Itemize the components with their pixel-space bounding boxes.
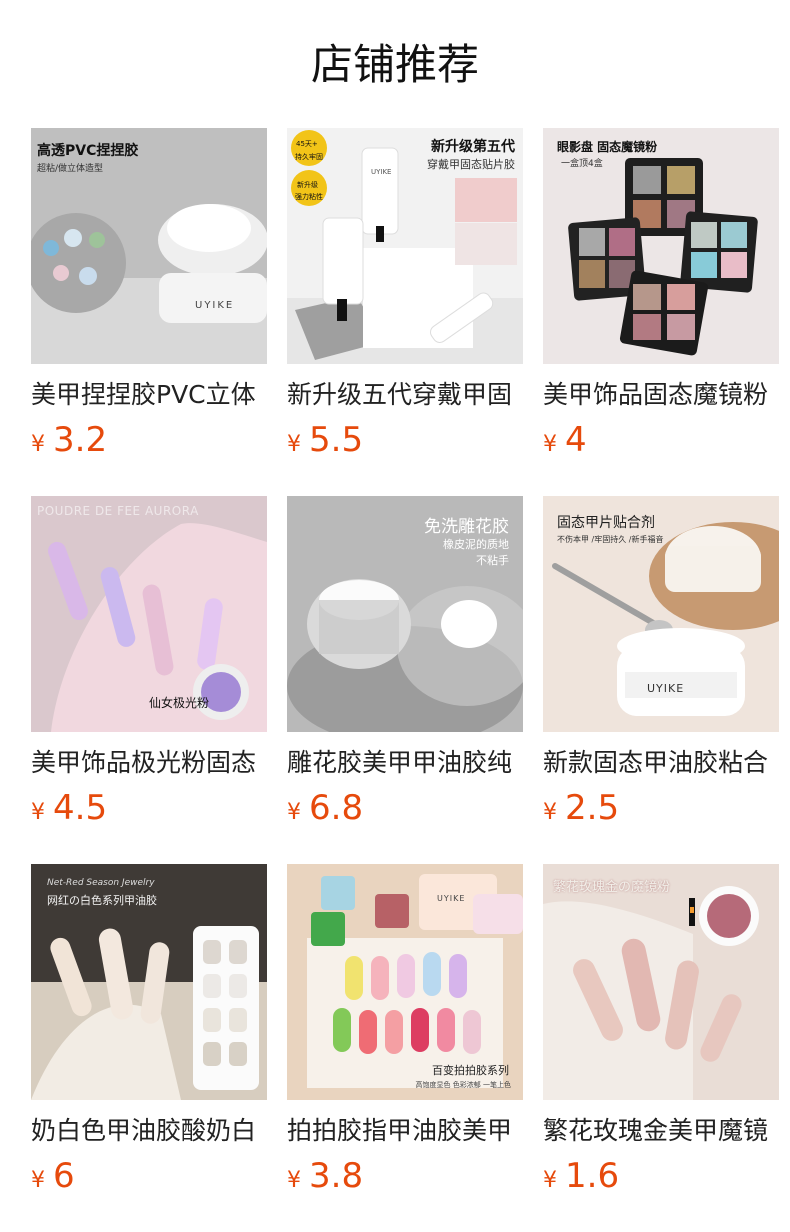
currency-symbol: ¥ (543, 432, 557, 457)
product-name[interactable]: 奶白色甲油胶酸奶白 (31, 1114, 267, 1148)
price-value: 3.2 (53, 420, 108, 460)
product-image[interactable]: POUDRE DE FEE AURORA 仙女极光粉 (31, 496, 267, 732)
currency-symbol: ¥ (31, 432, 45, 457)
image-caption-subtitle: 一盒顶4盒 (561, 159, 603, 169)
product-name[interactable]: 新款固态甲油胶粘合 (543, 746, 779, 780)
currency-symbol: ¥ (31, 800, 45, 825)
currency-symbol: ¥ (287, 1168, 301, 1193)
product-card[interactable]: 免洗雕花胶 橡皮泥的质地 不粘手 雕花胶美甲甲油胶纯 ¥ 6.8 (287, 496, 523, 832)
image-caption-subtitle: 高饱度显色 色彩浓郁 一笔上色 (415, 1081, 511, 1089)
product-image[interactable]: 固态甲片贴合剂 不伤本甲 /牢固持久 /新手福音 UYIKE (543, 496, 779, 732)
image-caption-title: 百变拍拍胶系列 (432, 1064, 509, 1077)
product-price: ¥ 3.2 (31, 418, 267, 462)
product-card[interactable]: 固态甲片贴合剂 不伤本甲 /牢固持久 /新手福音 UYIKE 新款固态甲油胶粘合… (543, 496, 779, 832)
price-value: 5.5 (309, 420, 364, 460)
product-image[interactable]: 45天+ 持久牢固 新升级 强力粘性 新升级第五代 穿戴甲固态贴片胶 UYIKE (287, 128, 523, 364)
price-value: 4.5 (53, 788, 108, 828)
product-image[interactable]: 高透PVC捏捏胶 超粘/做立体造型 UYIKE (31, 128, 267, 364)
product-logo: UYIKE (437, 894, 466, 903)
product-card[interactable]: 高透PVC捏捏胶 超粘/做立体造型 UYIKE 美甲捏捏胶PVC立体 ¥ 3.2 (31, 128, 267, 464)
product-card[interactable]: 45天+ 持久牢固 新升级 强力粘性 新升级第五代 穿戴甲固态贴片胶 UYIKE… (287, 128, 523, 464)
store-recommendation-page: 店铺推荐 高透PVC捏捏胶 超粘/做立体造型 UYIKE 美甲捏捏胶PVC立体 … (0, 0, 790, 1232)
image-caption-title: 免洗雕花胶 (424, 517, 509, 537)
product-image[interactable]: 眼影盘 固态魔镜粉 一盒顶4盒 (543, 128, 779, 364)
product-image[interactable]: 百变拍拍胶系列 高饱度显色 色彩浓郁 一笔上色 UYIKE (287, 864, 523, 1100)
product-image[interactable]: Net-Red Season Jewelry 网红の白色系列甲油胶 (31, 864, 267, 1100)
currency-symbol: ¥ (543, 1168, 557, 1193)
product-image[interactable]: 繁花玫瑰金の魔镜粉 (543, 864, 779, 1100)
product-card[interactable]: 眼影盘 固态魔镜粉 一盒顶4盒 美甲饰品固态魔镜粉 ¥ 4 (543, 128, 779, 464)
image-caption-title: 高透PVC捏捏胶 (37, 143, 139, 159)
image-caption-title: 眼影盘 固态魔镜粉 (557, 140, 658, 154)
product-card[interactable]: 繁花玫瑰金の魔镜粉 繁花玫瑰金美甲魔镜 ¥ 1.6 (543, 864, 779, 1200)
product-price: ¥ 4.5 (31, 786, 267, 830)
image-caption-title: 固态甲片贴合剂 (557, 515, 655, 531)
price-value: 6 (53, 1156, 75, 1196)
price-value: 2.5 (565, 788, 620, 828)
product-price: ¥ 4 (543, 418, 779, 462)
product-name[interactable]: 美甲饰品固态魔镜粉 (543, 378, 779, 412)
image-caption-title: 仙女极光粉 (149, 696, 210, 710)
badge-text: 持久牢固 (295, 153, 323, 161)
product-card[interactable]: Net-Red Season Jewelry 网红の白色系列甲油胶 奶白色甲油胶… (31, 864, 267, 1200)
product-price: ¥ 2.5 (543, 786, 779, 830)
product-logo: UYIKE (647, 682, 685, 695)
image-caption-subtitle: 穿戴甲固态贴片胶 (427, 158, 515, 171)
price-value: 6.8 (309, 788, 364, 828)
currency-symbol: ¥ (543, 800, 557, 825)
currency-symbol: ¥ (287, 432, 301, 457)
product-price: ¥ 6 (31, 1154, 267, 1198)
product-logo: UYIKE (371, 168, 392, 176)
image-caption-subtitle: 不伤本甲 /牢固持久 /新手福音 (557, 535, 664, 544)
product-name[interactable]: 雕花胶美甲甲油胶纯 (287, 746, 523, 780)
page-title: 店铺推荐 (310, 40, 479, 89)
image-caption-subtitle: 不粘手 (476, 554, 509, 567)
image-caption-title: 网红の白色系列甲油胶 (47, 894, 157, 907)
product-card[interactable]: POUDRE DE FEE AURORA 仙女极光粉 美甲饰品极光粉固态 ¥ 4… (31, 496, 267, 832)
image-caption-title: 新升级第五代 (431, 139, 515, 155)
badge-text: 强力粘性 (295, 193, 323, 201)
product-name[interactable]: 拍拍胶指甲油胶美甲 (287, 1114, 523, 1148)
product-grid: 高透PVC捏捏胶 超粘/做立体造型 UYIKE 美甲捏捏胶PVC立体 ¥ 3.2 (31, 128, 779, 1200)
product-name[interactable]: 繁花玫瑰金美甲魔镜 (543, 1114, 779, 1148)
product-card[interactable]: 百变拍拍胶系列 高饱度显色 色彩浓郁 一笔上色 UYIKE 拍拍胶指甲油胶美甲 … (287, 864, 523, 1200)
currency-symbol: ¥ (31, 1168, 45, 1193)
price-value: 1.6 (565, 1156, 620, 1196)
image-watermark-text: POUDRE DE FEE AURORA (37, 504, 199, 518)
image-caption-title: 繁花玫瑰金の魔镜粉 (553, 880, 671, 895)
product-price: ¥ 6.8 (287, 786, 523, 830)
image-caption-subtitle: 超粘/做立体造型 (37, 164, 104, 174)
product-price: ¥ 1.6 (543, 1154, 779, 1198)
price-value: 3.8 (309, 1156, 364, 1196)
image-script-text: Net-Red Season Jewelry (47, 878, 155, 888)
price-value: 4 (565, 420, 587, 460)
product-name[interactable]: 美甲饰品极光粉固态 (31, 746, 267, 780)
image-caption-subtitle: 橡皮泥的质地 (443, 538, 509, 551)
product-price: ¥ 3.8 (287, 1154, 523, 1198)
product-logo: UYIKE (195, 300, 235, 311)
product-price: ¥ 5.5 (287, 418, 523, 462)
badge-text: 新升级 (297, 181, 318, 189)
product-image-art (543, 864, 779, 1100)
currency-symbol: ¥ (287, 800, 301, 825)
product-name[interactable]: 美甲捏捏胶PVC立体 (31, 378, 267, 412)
product-name[interactable]: 新升级五代穿戴甲固 (287, 378, 523, 412)
product-image[interactable]: 免洗雕花胶 橡皮泥的质地 不粘手 (287, 496, 523, 732)
badge-text: 45天+ (296, 140, 318, 148)
